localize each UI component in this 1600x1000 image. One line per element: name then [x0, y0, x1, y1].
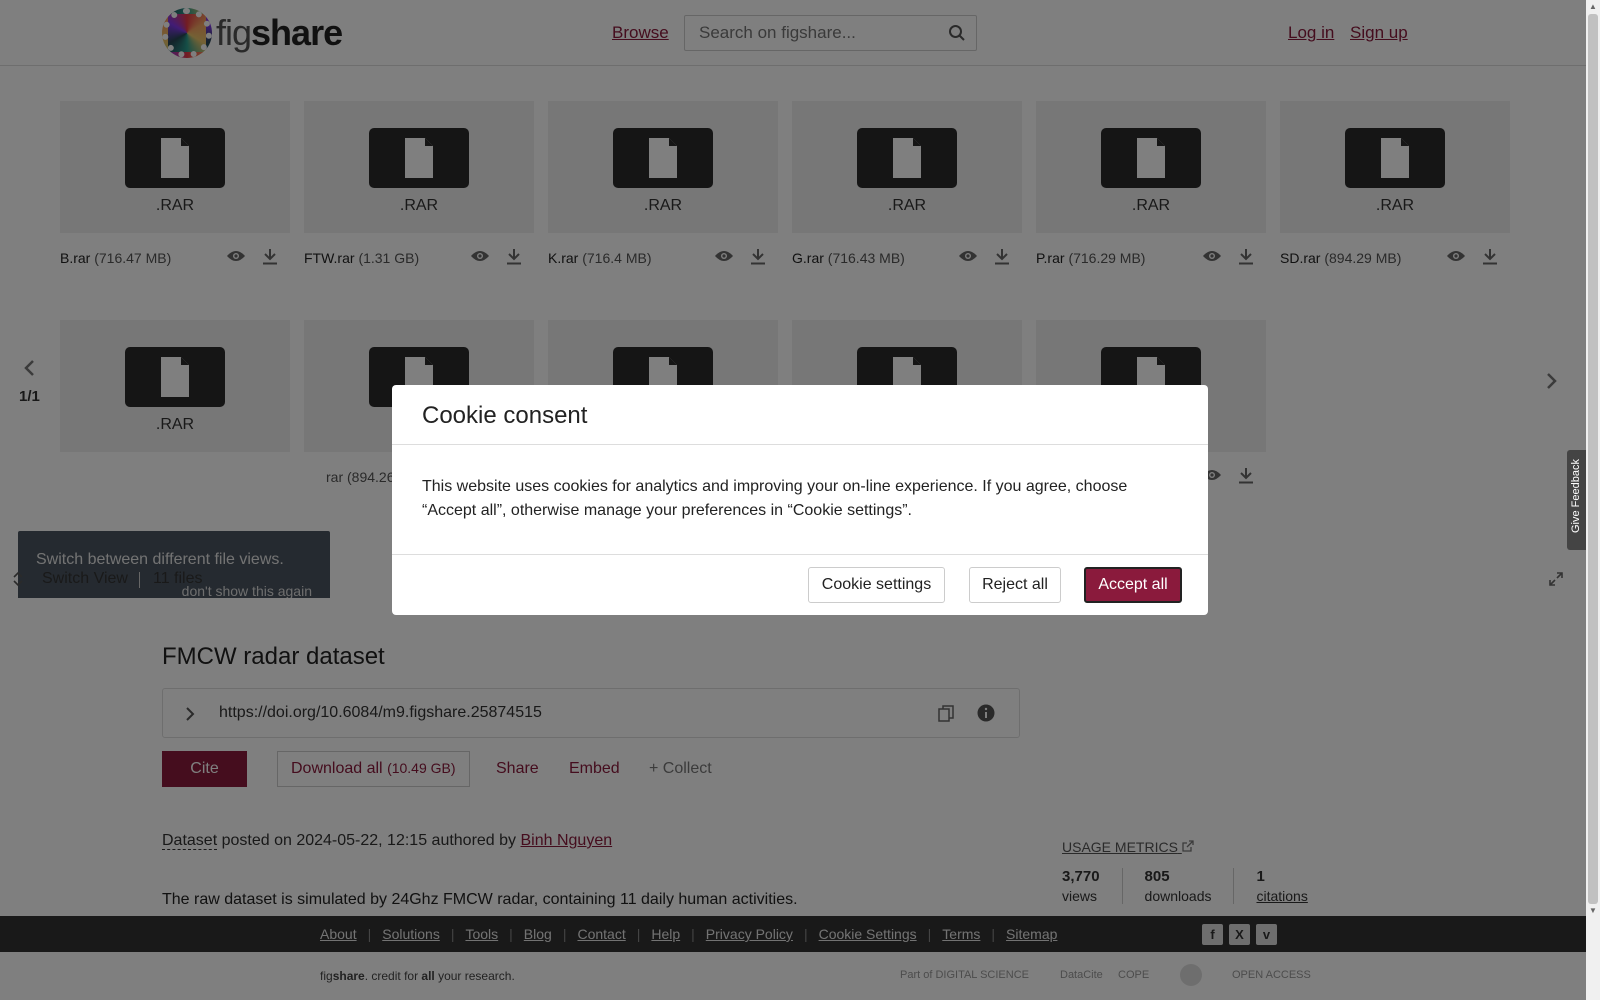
reject-all-button[interactable]: Reject all [969, 567, 1061, 603]
scroll-up-icon[interactable]: ▲ [1589, 2, 1597, 11]
dialog-body: This website uses cookies for analytics … [392, 445, 1208, 555]
dialog-header: Cookie consent [392, 385, 1208, 445]
accept-all-button[interactable]: Accept all [1084, 567, 1182, 603]
cookie-consent-dialog: Cookie consent This website uses cookies… [392, 385, 1208, 615]
page-scrollbar[interactable]: ▲ ▼ [1586, 0, 1600, 1000]
scroll-down-icon[interactable]: ▼ [1589, 906, 1597, 915]
dialog-title: Cookie consent [422, 402, 588, 429]
dialog-message: This website uses cookies for analytics … [422, 478, 1128, 519]
scrollbar-thumb[interactable] [1588, 14, 1598, 904]
dialog-footer: Cookie settings Reject all Accept all [392, 555, 1208, 615]
give-feedback-tab[interactable]: Give Feedback [1567, 450, 1586, 550]
cookie-settings-button[interactable]: Cookie settings [808, 567, 945, 603]
